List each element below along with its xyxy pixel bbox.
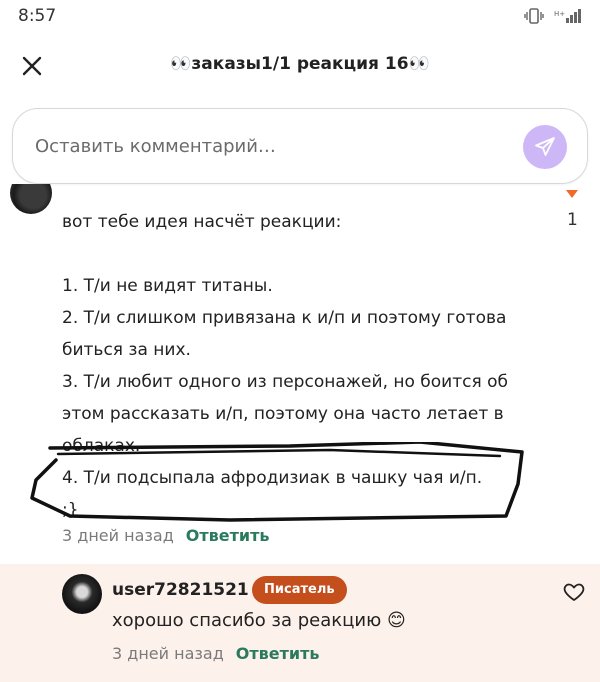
comment-bar [12,108,588,184]
signal-icon: H+ [554,9,581,23]
comment-line [62,238,532,270]
comment-text: вот тебе идея насчёт реакции: 1. Т/и не … [62,206,532,526]
reply-text: хорошо спасибо за реакцию 😊 [112,610,406,631]
reply-meta: 3 дней назад Ответить [112,644,320,663]
heart-icon[interactable] [562,580,586,604]
svg-text:H+: H+ [554,10,565,18]
status-icons: H+ [524,8,584,24]
status-time: 8:57 [18,6,57,26]
comment-line: 4. Т/и подсыпала афродизиак в чашку чая … [62,468,483,488]
reply-username[interactable]: user72821521 [112,580,249,600]
vibrate-icon [524,8,544,24]
comment-line: этом рассказать и/п, поэтому она часто л… [62,404,504,424]
reply-button[interactable]: Ответить [186,526,270,545]
comment-line: вот тебе идея насчёт реакции: [62,212,342,232]
reply-button[interactable]: Ответить [236,644,320,663]
status-bar: 8:57 H+ [0,0,600,34]
send-button[interactable] [523,125,567,169]
avatar[interactable] [10,184,52,214]
comment-line: 2. Т/и слишком привязана к и/п и поэтому… [62,308,507,328]
comment-input[interactable] [33,125,497,167]
comment-thread: 1 вот тебе идея насчёт реакции: 1. Т/и н… [0,184,600,682]
comment-line: 3. Т/и любит одного из персонажей, но бо… [62,372,508,392]
reply-time: 3 дней назад [112,644,224,663]
comment-meta: 3 дней назад Ответить [62,526,270,545]
like-arrow-icon[interactable] [566,190,578,198]
comment-line: ;} [62,500,79,520]
reply-comment: user72821521 Писатель хорошо спасибо за … [0,564,600,682]
page-title: 👀заказы1/1 реакция 16👀 [170,54,430,74]
like-count: 1 [567,210,578,230]
avatar[interactable] [62,574,102,614]
comment-time: 3 дней назад [62,526,174,545]
header: 👀заказы1/1 реакция 16👀 [0,34,600,98]
comment-line: 1. Т/и не видят титаны. [62,276,273,296]
send-icon [535,137,555,156]
comment-line: облаках. [62,436,141,456]
comment-line: биться за них. [62,340,191,360]
writer-badge: Писатель [252,576,347,604]
